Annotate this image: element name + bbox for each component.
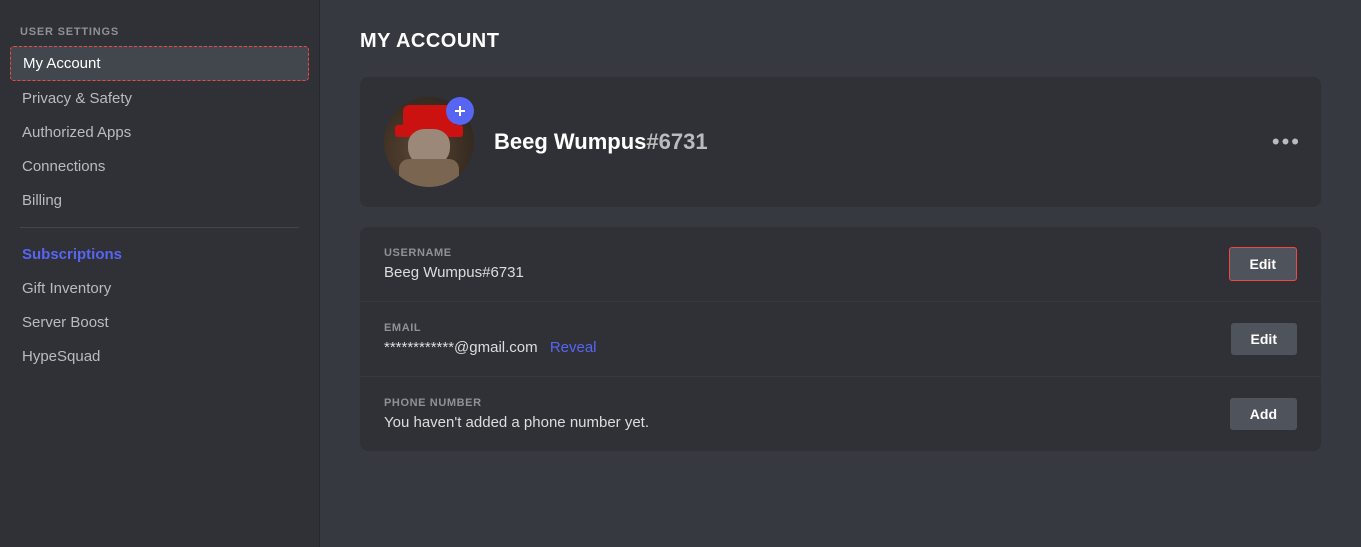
sidebar-item-label: Authorized Apps: [22, 124, 131, 141]
sidebar-item-label: Billing: [22, 192, 62, 209]
sidebar: USER SETTINGS My Account Privacy & Safet…: [0, 0, 320, 547]
sidebar-item-label: Connections: [22, 158, 105, 175]
sidebar-item-gift-inventory[interactable]: Gift Inventory: [10, 272, 309, 305]
sidebar-item-my-account[interactable]: My Account: [10, 46, 309, 81]
page-title: MY ACCOUNT: [360, 30, 1321, 53]
account-info-section: USERNAME Beeg Wumpus#6731 Edit EMAIL ***…: [360, 227, 1321, 451]
phone-label: PHONE NUMBER: [384, 397, 1230, 409]
username-edit-button[interactable]: Edit: [1229, 247, 1297, 281]
sidebar-item-subscriptions[interactable]: Subscriptions: [10, 238, 309, 271]
sidebar-item-label: Privacy & Safety: [22, 90, 132, 107]
sidebar-item-label: Gift Inventory: [22, 280, 111, 297]
sidebar-divider: [20, 227, 299, 228]
email-info-left: EMAIL ************@gmail.com Reveal: [384, 322, 1231, 356]
phone-info-left: PHONE NUMBER You haven't added a phone n…: [384, 397, 1230, 431]
phone-row: PHONE NUMBER You haven't added a phone n…: [360, 377, 1321, 451]
email-row: EMAIL ************@gmail.com Reveal Edit: [360, 302, 1321, 377]
avatar-wrapper: [384, 97, 474, 187]
profile-more-options-button[interactable]: •••: [1272, 129, 1301, 155]
sidebar-item-label: Subscriptions: [22, 246, 122, 263]
sidebar-item-label: My Account: [23, 55, 101, 72]
sidebar-item-connections[interactable]: Connections: [10, 150, 309, 183]
username-label: USERNAME: [384, 247, 1229, 259]
profile-username: Beeg Wumpus: [494, 129, 646, 154]
avatar-edit-button[interactable]: [446, 97, 474, 125]
main-content: MY ACCOUNT Beeg Wumpus#6731 •••: [320, 0, 1361, 547]
sidebar-item-server-boost[interactable]: Server Boost: [10, 306, 309, 339]
email-masked: ************@gmail.com: [384, 339, 538, 356]
username-value: Beeg Wumpus#6731: [384, 264, 1229, 281]
avatar-body: [399, 159, 459, 187]
profile-discriminator: #6731: [646, 129, 707, 154]
email-label: EMAIL: [384, 322, 1231, 334]
profile-display-name: Beeg Wumpus#6731: [494, 129, 708, 155]
sidebar-item-authorized-apps[interactable]: Authorized Apps: [10, 116, 309, 149]
email-reveal-link[interactable]: Reveal: [550, 339, 597, 356]
sidebar-item-label: Server Boost: [22, 314, 109, 331]
username-info-left: USERNAME Beeg Wumpus#6731: [384, 247, 1229, 281]
sidebar-item-billing[interactable]: Billing: [10, 184, 309, 217]
email-edit-button[interactable]: Edit: [1231, 323, 1297, 355]
profile-info: Beeg Wumpus#6731: [494, 129, 708, 155]
phone-value: You haven't added a phone number yet.: [384, 414, 1230, 431]
phone-add-button[interactable]: Add: [1230, 398, 1297, 430]
email-value: ************@gmail.com Reveal: [384, 339, 1231, 356]
sidebar-section-label: USER SETTINGS: [10, 20, 309, 44]
username-row: USERNAME Beeg Wumpus#6731 Edit: [360, 227, 1321, 302]
profile-card: Beeg Wumpus#6731 •••: [360, 77, 1321, 207]
sidebar-item-privacy-safety[interactable]: Privacy & Safety: [10, 82, 309, 115]
sidebar-item-label: HypeSquad: [22, 348, 100, 365]
sidebar-item-hypesquad[interactable]: HypeSquad: [10, 340, 309, 373]
